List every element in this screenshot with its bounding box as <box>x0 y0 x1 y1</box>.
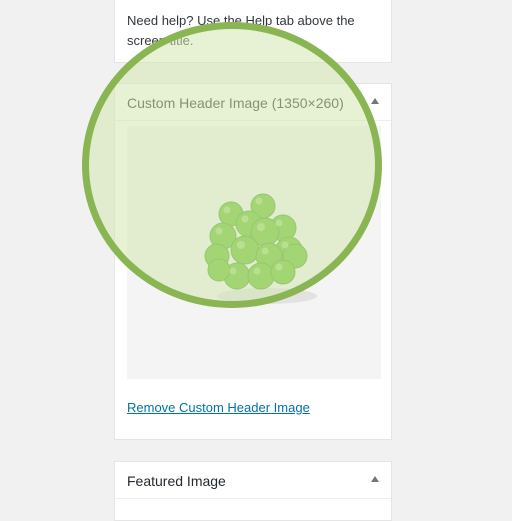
caret-up-icon[interactable] <box>371 98 379 104</box>
caret-up-icon[interactable] <box>371 476 379 482</box>
help-panel: Need help? Use the Help tab above the sc… <box>114 0 392 63</box>
divider <box>115 120 391 121</box>
remove-header-image-link[interactable]: Remove Custom Header Image <box>127 399 310 417</box>
header-image[interactable] <box>127 126 381 379</box>
help-text: Need help? Use the Help tab above the sc… <box>127 13 355 48</box>
panel-title: Featured Image <box>127 473 226 489</box>
custom-header-image-panel: Custom Header Image (1350×260) Remove Cu… <box>114 83 392 440</box>
green-peas-image <box>204 193 317 304</box>
featured-image-panel: Featured Image <box>114 461 392 521</box>
panel-title: Custom Header Image (1350×260) <box>127 95 344 111</box>
divider <box>115 498 391 499</box>
